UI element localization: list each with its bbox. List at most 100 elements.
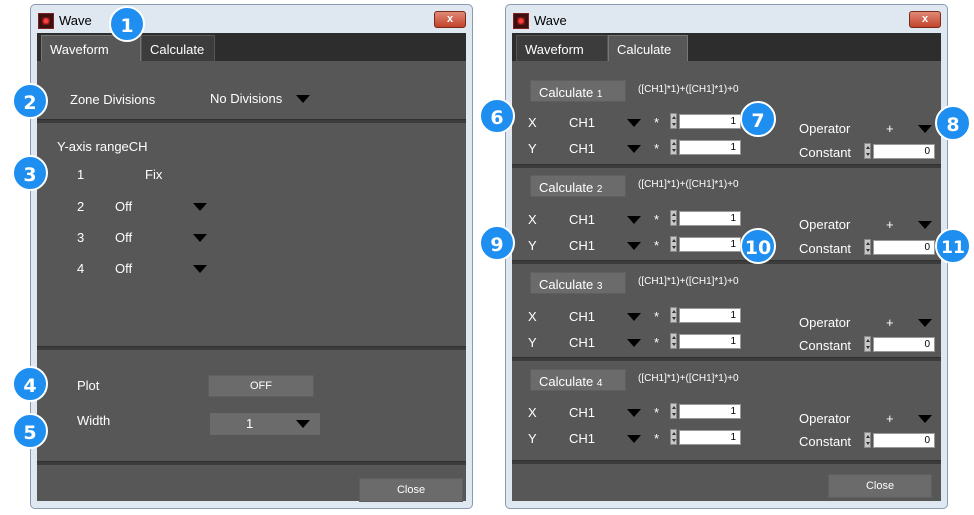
spinner-icon[interactable] xyxy=(670,403,677,419)
chevron-down-icon xyxy=(296,95,310,103)
calculate-2-formula: ([CH1]*1)+([CH1]*1)+0 xyxy=(638,179,739,190)
constant-label: Constant xyxy=(799,241,852,256)
calculate-4-x-channel-dropdown[interactable]: CH1 xyxy=(569,403,649,423)
calculate-1-x-channel-dropdown[interactable]: CH1 xyxy=(569,113,649,133)
calculate-2-y-channel-dropdown[interactable]: CH1 xyxy=(569,236,649,256)
calculate-2-button[interactable]: Calculate 2 xyxy=(530,175,626,197)
x-channel-value: CH1 xyxy=(569,212,596,227)
section-divider xyxy=(37,461,466,465)
y-label: Y xyxy=(528,238,537,253)
chevron-down-icon xyxy=(627,216,641,224)
tab-calculate[interactable]: Calculate xyxy=(608,35,688,61)
calculate-3-y-multiplier-input[interactable]: 1 xyxy=(679,334,741,349)
calculate-3-operator-dropdown[interactable]: + xyxy=(880,313,940,333)
spinner-icon[interactable] xyxy=(670,210,677,226)
y-axis-ch-4-value: Off xyxy=(115,261,133,276)
operator-value: + xyxy=(886,411,894,426)
calculate-1-label: Calculate xyxy=(539,85,594,100)
section-divider xyxy=(37,346,466,350)
calculate-3-constant-input[interactable]: 0 xyxy=(873,337,935,352)
calculate-4-formula: ([CH1]*1)+([CH1]*1)+0 xyxy=(638,373,739,384)
calculate-2-operator-dropdown[interactable]: + xyxy=(880,215,940,235)
calculate-3-button[interactable]: Calculate 3 xyxy=(530,272,626,294)
title-bar[interactable]: Wave x xyxy=(31,5,472,33)
y-axis-ch-3-value: Off xyxy=(115,230,133,245)
width-dropdown[interactable]: 1 xyxy=(210,413,320,435)
x-channel-value: CH1 xyxy=(569,115,596,130)
y-axis-ch-4-dropdown[interactable]: Off xyxy=(115,259,215,279)
calculate-4-y-channel-dropdown[interactable]: CH1 xyxy=(569,429,649,449)
callout-badge-6: 6 xyxy=(479,98,515,134)
calculate-2-y-multiplier-input[interactable]: 1 xyxy=(679,237,741,252)
callout-badge-8: 8 xyxy=(935,105,971,141)
chevron-down-icon xyxy=(627,119,641,127)
calculate-1-operator-dropdown[interactable]: + xyxy=(880,119,940,139)
y-axis-ch-4: 4 xyxy=(77,261,85,276)
calculate-1-y-channel-dropdown[interactable]: CH1 xyxy=(569,139,649,159)
section-divider xyxy=(512,164,941,168)
y-axis-ch-3: 3 xyxy=(77,230,85,245)
calculate-2-x-multiplier-input[interactable]: 1 xyxy=(679,211,741,226)
section-divider xyxy=(512,357,941,361)
chevron-down-icon xyxy=(918,221,932,229)
calculate-4-x-multiplier-input[interactable]: 1 xyxy=(679,404,741,419)
spinner-icon[interactable] xyxy=(670,139,677,155)
operator-label: Operator xyxy=(799,217,851,232)
spinner-icon[interactable] xyxy=(670,113,677,129)
calculate-3-y-channel-dropdown[interactable]: CH1 xyxy=(569,333,649,353)
calculate-4-operator-dropdown[interactable]: + xyxy=(880,409,940,429)
tab-waveform[interactable]: Waveform xyxy=(516,35,608,61)
calculate-3-x-channel-dropdown[interactable]: CH1 xyxy=(569,307,649,327)
window-close-button[interactable]: x xyxy=(909,11,941,28)
spinner-icon[interactable] xyxy=(864,336,871,352)
window-close-button[interactable]: x xyxy=(434,11,466,28)
multiply-sign: * xyxy=(654,141,660,156)
callout-badge-3: 3 xyxy=(12,155,48,191)
x-label: X xyxy=(528,405,537,420)
spinner-icon[interactable] xyxy=(670,429,677,445)
spinner-icon[interactable] xyxy=(670,236,677,252)
x-label: X xyxy=(528,212,537,227)
spinner-icon[interactable] xyxy=(670,307,677,323)
window-client-area: Waveform Calculate Zone Divisions No Div… xyxy=(37,33,466,502)
zone-divisions-dropdown[interactable]: No Divisions xyxy=(210,89,320,109)
callout-badge-5: 5 xyxy=(12,413,48,449)
tab-calculate[interactable]: Calculate xyxy=(141,35,215,61)
spinner-icon[interactable] xyxy=(864,432,871,448)
y-axis-range-header: Y-axis rangeCH xyxy=(57,139,148,154)
chevron-down-icon xyxy=(627,435,641,443)
calculate-4-y-multiplier-input[interactable]: 1 xyxy=(679,430,741,445)
window-title: Wave xyxy=(59,13,92,28)
calculate-3-formula: ([CH1]*1)+([CH1]*1)+0 xyxy=(638,276,739,287)
calculate-4-button[interactable]: Calculate 4 xyxy=(530,369,626,391)
chevron-down-icon xyxy=(627,339,641,347)
y-axis-ch-3-dropdown[interactable]: Off xyxy=(115,228,215,248)
calculate-4-constant-input[interactable]: 0 xyxy=(873,433,935,448)
title-bar[interactable]: Wave x xyxy=(506,5,947,33)
plot-label: Plot xyxy=(77,378,100,393)
spinner-icon[interactable] xyxy=(864,239,871,255)
constant-label: Constant xyxy=(799,434,852,449)
close-button[interactable]: Close xyxy=(359,478,463,502)
calculate-2-constant-input[interactable]: 0 xyxy=(873,240,935,255)
close-button[interactable]: Close xyxy=(828,474,932,498)
operator-label: Operator xyxy=(799,121,851,136)
calculate-1-x-multiplier-input[interactable]: 1 xyxy=(679,114,741,129)
calculate-1-y-multiplier-input[interactable]: 1 xyxy=(679,140,741,155)
y-axis-ch-2-dropdown[interactable]: Off xyxy=(115,197,215,217)
spinner-icon[interactable] xyxy=(670,333,677,349)
calculate-2-x-channel-dropdown[interactable]: CH1 xyxy=(569,210,649,230)
chevron-down-icon xyxy=(627,409,641,417)
calculate-1-button[interactable]: Calculate 1 xyxy=(530,80,626,102)
operator-label: Operator xyxy=(799,411,851,426)
section-divider xyxy=(512,260,941,264)
chevron-down-icon xyxy=(627,145,641,153)
chevron-down-icon xyxy=(918,125,932,133)
tab-bar: Waveform Calculate xyxy=(37,33,466,61)
calculate-3-x-multiplier-input[interactable]: 1 xyxy=(679,308,741,323)
chevron-down-icon xyxy=(193,234,207,242)
plot-toggle-button[interactable]: OFF xyxy=(208,375,314,397)
calculate-1-constant-input[interactable]: 0 xyxy=(873,144,935,159)
calculate-2-number: 2 xyxy=(596,184,603,195)
spinner-icon[interactable] xyxy=(864,143,871,159)
